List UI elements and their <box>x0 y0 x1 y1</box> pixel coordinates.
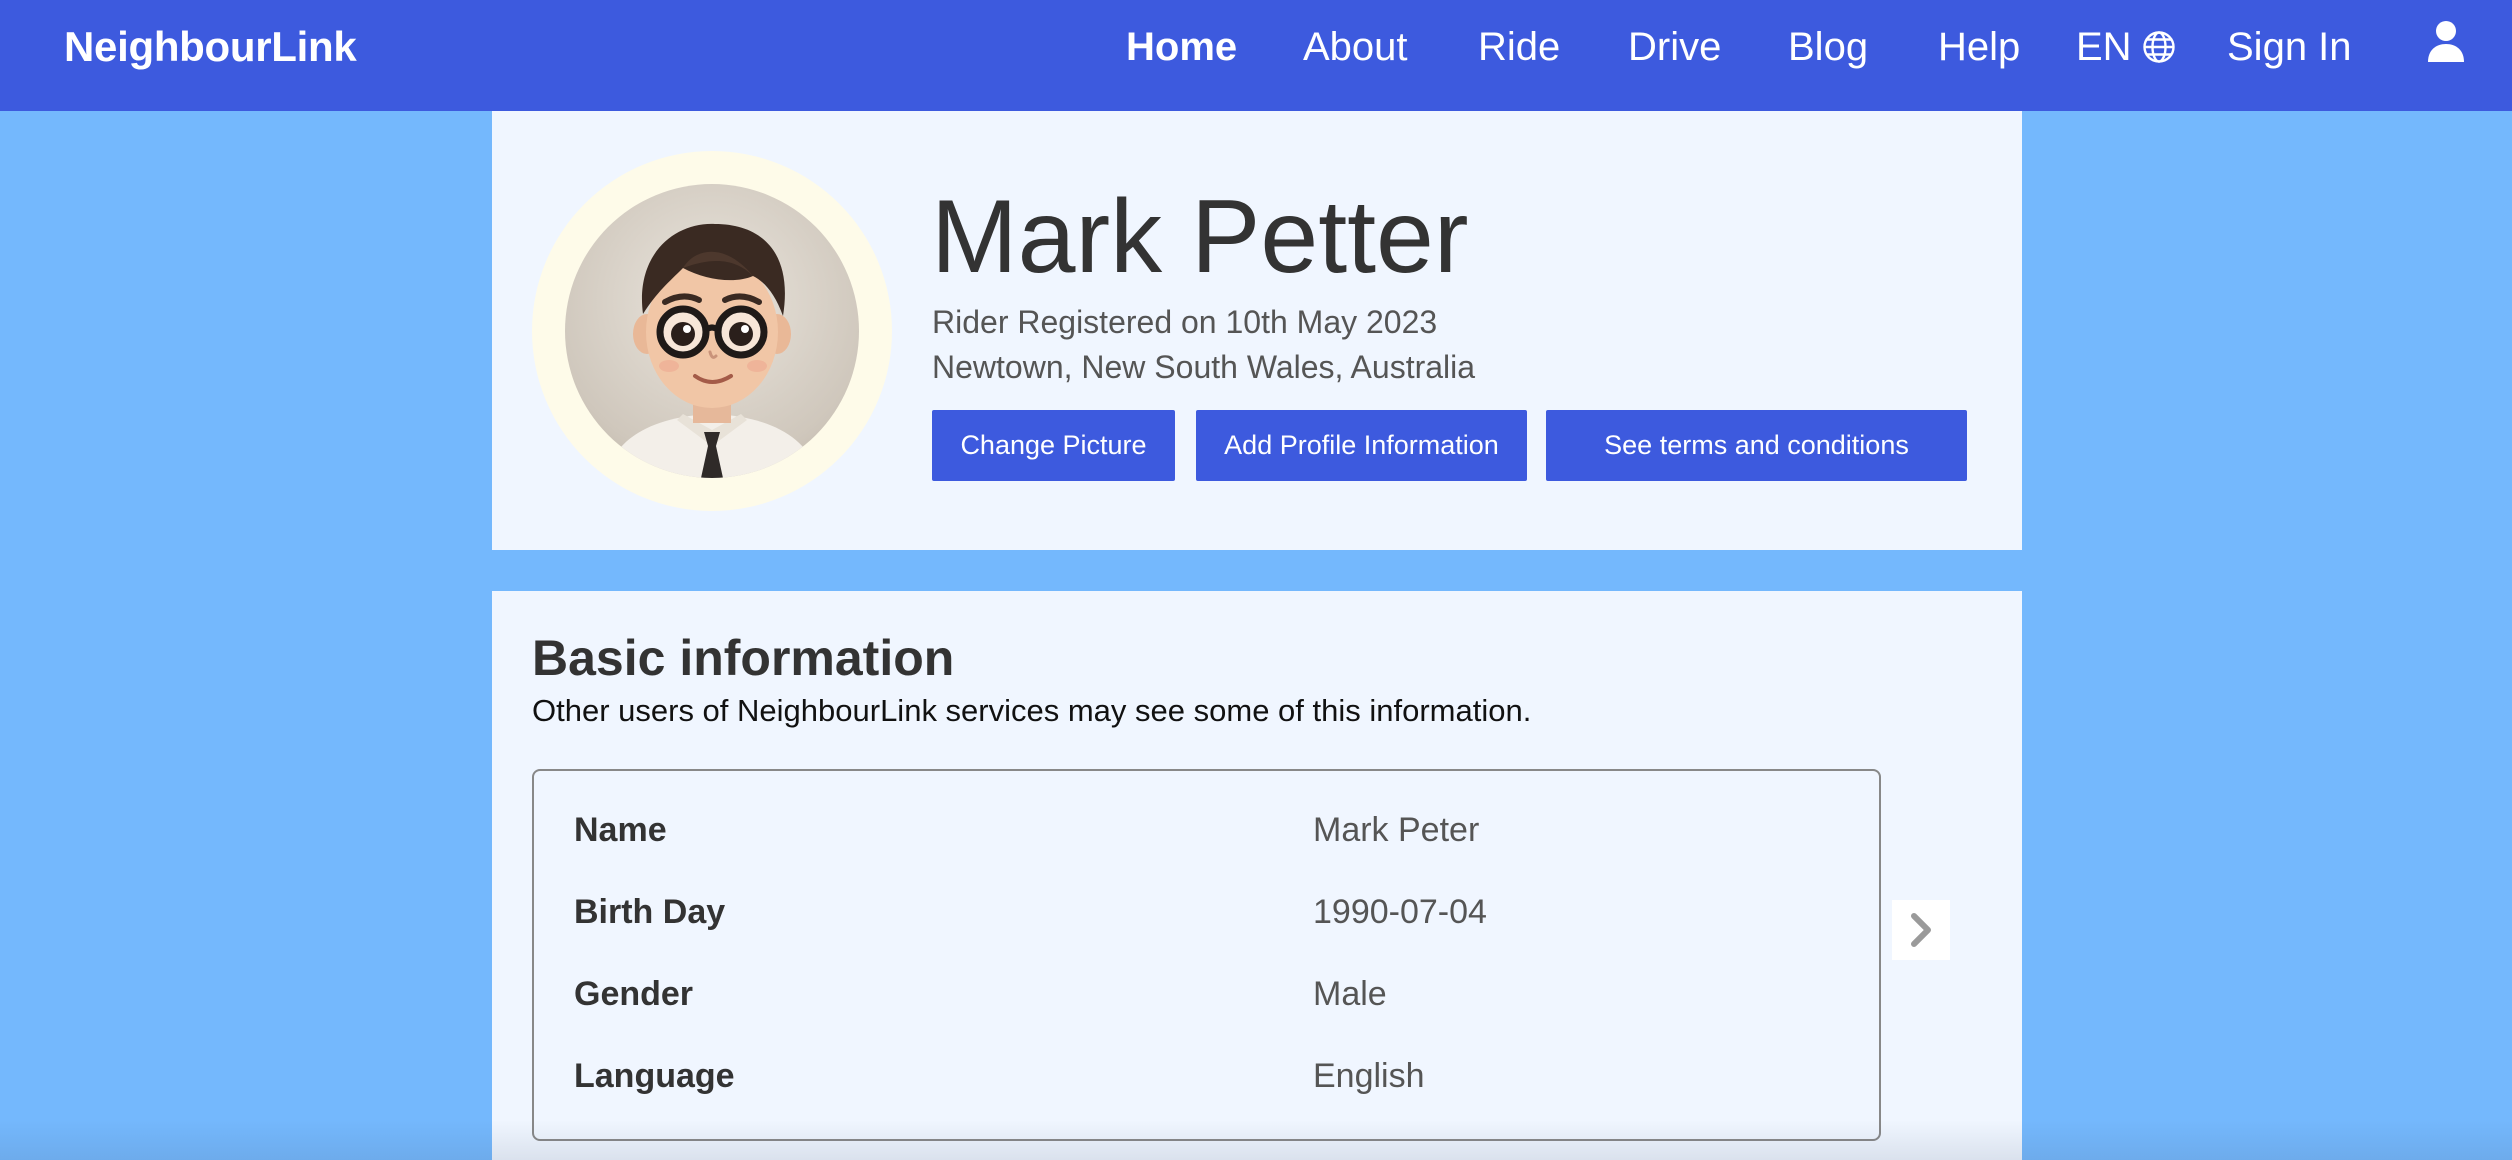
next-button[interactable] <box>1892 900 1950 960</box>
see-terms-button[interactable]: See terms and conditions <box>1546 410 1967 481</box>
profile-header-card: Mark Petter Rider Registered on 10th May… <box>492 111 2022 550</box>
info-value: English <box>1313 1057 1425 1095</box>
nav-drive[interactable]: Drive <box>1628 27 1721 67</box>
top-navbar: NeighbourLink Home About Ride Drive Blog… <box>0 0 2512 111</box>
basic-info-table: Name Mark Peter Birth Day 1990-07-04 Gen… <box>532 769 1881 1141</box>
info-value: Male <box>1313 975 1387 1013</box>
info-row-birthday: Birth Day 1990-07-04 <box>534 895 1879 945</box>
nav-sign-in[interactable]: Sign In <box>2227 27 2352 67</box>
basic-information-card: Basic information Other users of Neighbo… <box>492 591 2022 1160</box>
info-value: Mark Peter <box>1313 811 1480 849</box>
globe-icon <box>2142 30 2176 64</box>
language-code: EN <box>2076 25 2132 69</box>
nav-ride[interactable]: Ride <box>1478 27 1560 67</box>
info-label: Name <box>574 811 667 849</box>
section-subtitle: Other users of NeighbourLink services ma… <box>532 693 1532 728</box>
section-title: Basic information <box>532 630 955 686</box>
avatar-ring <box>532 151 892 511</box>
registration-info: Rider Registered on 10th May 2023 <box>932 304 1438 340</box>
change-picture-button[interactable]: Change Picture <box>932 410 1175 481</box>
info-label: Birth Day <box>574 893 726 931</box>
info-row-name: Name Mark Peter <box>534 813 1879 863</box>
avatar[interactable] <box>565 184 859 478</box>
info-value: 1990-07-04 <box>1313 893 1487 931</box>
brand-logo[interactable]: NeighbourLink <box>64 26 357 68</box>
info-label: Gender <box>574 975 694 1013</box>
location-info: Newtown, New South Wales, Australia <box>932 349 1476 385</box>
avatar-illustration <box>605 223 819 478</box>
chevron-right-icon <box>1911 913 1931 947</box>
nav-about[interactable]: About <box>1303 27 1408 67</box>
info-label: Language <box>574 1057 735 1095</box>
profile-name: Mark Petter <box>931 179 1469 295</box>
nav-blog[interactable]: Blog <box>1788 27 1868 67</box>
add-profile-information-button[interactable]: Add Profile Information <box>1196 410 1527 481</box>
nav-help[interactable]: Help <box>1938 27 2020 67</box>
info-row-gender: Gender Male <box>534 977 1879 1027</box>
language-selector[interactable]: EN <box>2076 27 2176 67</box>
info-row-language: Language English <box>534 1059 1879 1109</box>
nav-home[interactable]: Home <box>1126 27 1237 67</box>
user-icon[interactable] <box>2426 20 2466 64</box>
